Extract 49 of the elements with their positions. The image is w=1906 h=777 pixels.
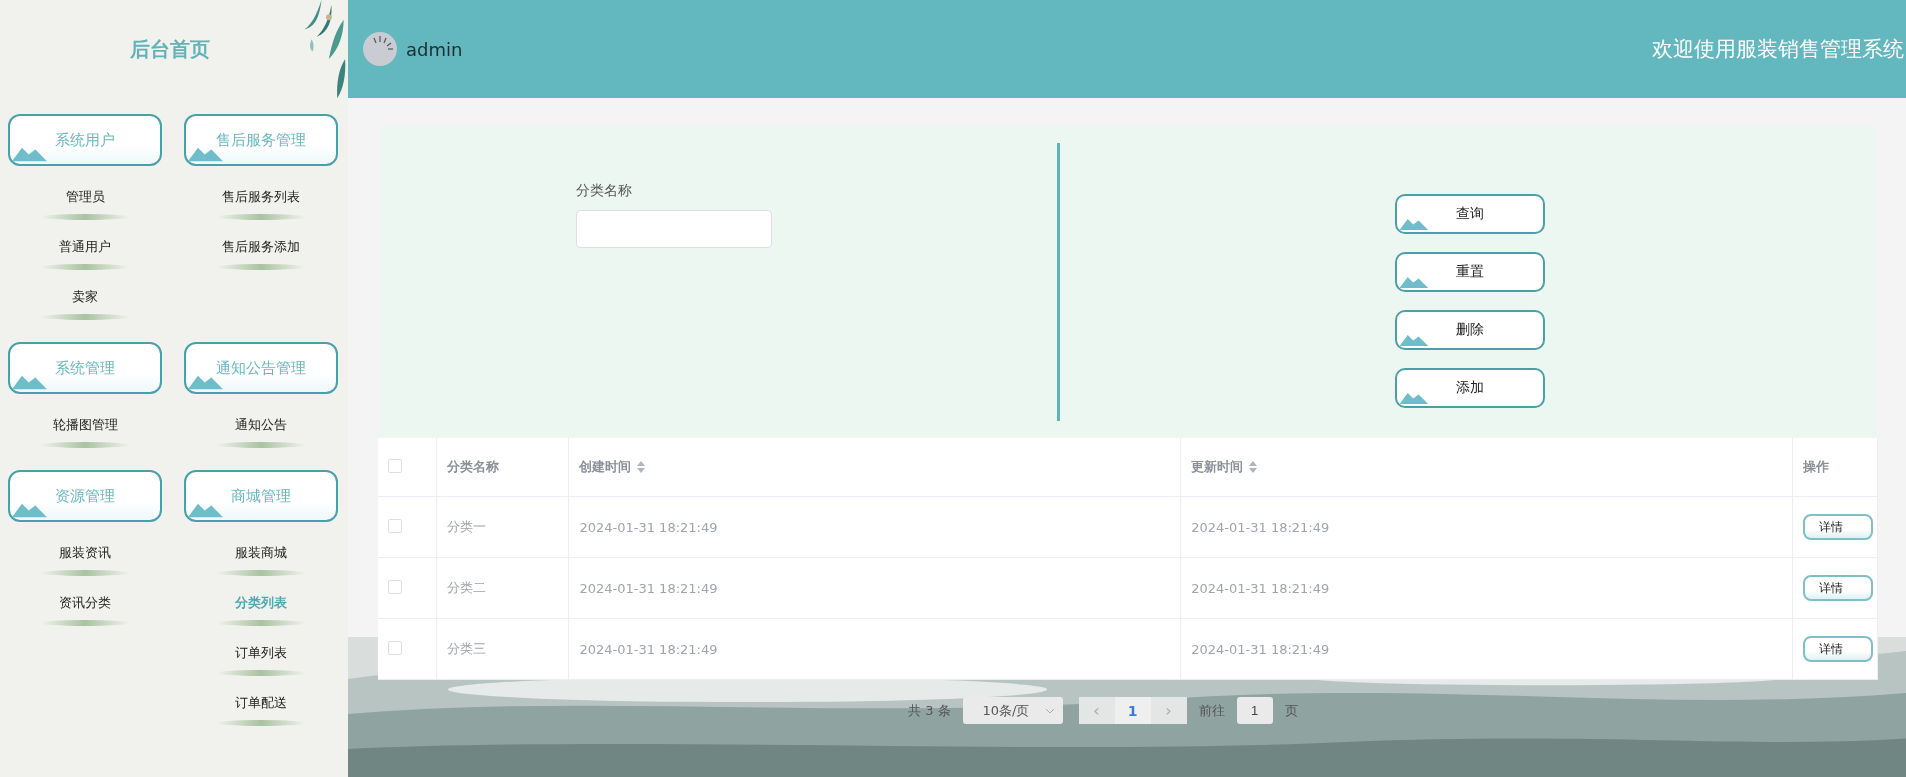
menu-item[interactable]: 资讯分类 [15,588,155,638]
table-cell: 2024-01-31 18:21:49 [1191,519,1330,535]
sort-icon[interactable] [637,461,646,473]
menu-item[interactable]: 订单列表 [191,638,331,688]
table-cell: 分类二 [446,580,486,595]
menu-item[interactable]: 管理员 [15,182,155,232]
menu-item[interactable]: 通知公告 [191,410,331,460]
table-cell: 2024-01-31 18:21:49 [1191,641,1330,657]
total-count: 共 3 条 [908,701,951,720]
page-size-select[interactable]: 10条/页 [962,697,1063,724]
page-suffix: 页 [1284,701,1298,720]
page-input[interactable]: 1 [1236,697,1273,724]
action-button[interactable]: 重置 [1395,252,1545,292]
avatar-icon [362,31,398,67]
menu-item[interactable]: 售后服务添加 [191,232,331,282]
menu-item[interactable]: 订单配送 [191,688,331,738]
user-name: admin [406,38,463,60]
detail-button[interactable]: 详情 [1802,575,1873,601]
menu-item[interactable]: 服装资讯 [15,538,155,588]
field-label: 分类名称 [576,182,633,200]
menu-item[interactable]: 卖家 [15,282,155,332]
action-button[interactable]: 删除 [1395,310,1545,350]
column-header: 分类名称 [446,458,499,476]
column-header: 更新时间 [1191,458,1244,476]
checkbox[interactable] [388,579,402,594]
table-cell: 2024-01-31 18:21:49 [579,580,718,596]
column-header: 操作 [1802,458,1829,476]
detail-button[interactable]: 详情 [1802,514,1873,540]
menu-item[interactable]: 轮播图管理 [15,410,155,460]
checkbox[interactable] [388,640,402,655]
menu-item[interactable]: 售后服务列表 [191,182,331,232]
checkbox[interactable] [388,458,402,473]
action-button[interactable]: 添加 [1395,368,1545,408]
detail-button[interactable]: 详情 [1802,636,1873,662]
sort-icon[interactable] [1249,461,1258,473]
checkbox[interactable] [388,518,402,533]
page-button[interactable]: 1 [1114,697,1151,724]
table-cell: 2024-01-31 18:21:49 [579,641,718,657]
goto-label: 前往 [1198,701,1225,720]
input-field[interactable] [576,210,772,248]
chevron-down-icon [1044,707,1055,714]
column-header: 创建时间 [579,458,632,476]
action-button[interactable]: 查询 [1395,194,1545,234]
menu-item[interactable]: 服装商城 [191,538,331,588]
welcome-title: 欢迎使用服装销售管理系统 [1652,36,1905,63]
menu-item[interactable]: 普通用户 [15,232,155,282]
table-cell: 2024-01-31 18:21:49 [579,519,718,535]
table-cell: 2024-01-31 18:21:49 [1191,580,1330,596]
table-cell: 分类三 [446,641,486,656]
